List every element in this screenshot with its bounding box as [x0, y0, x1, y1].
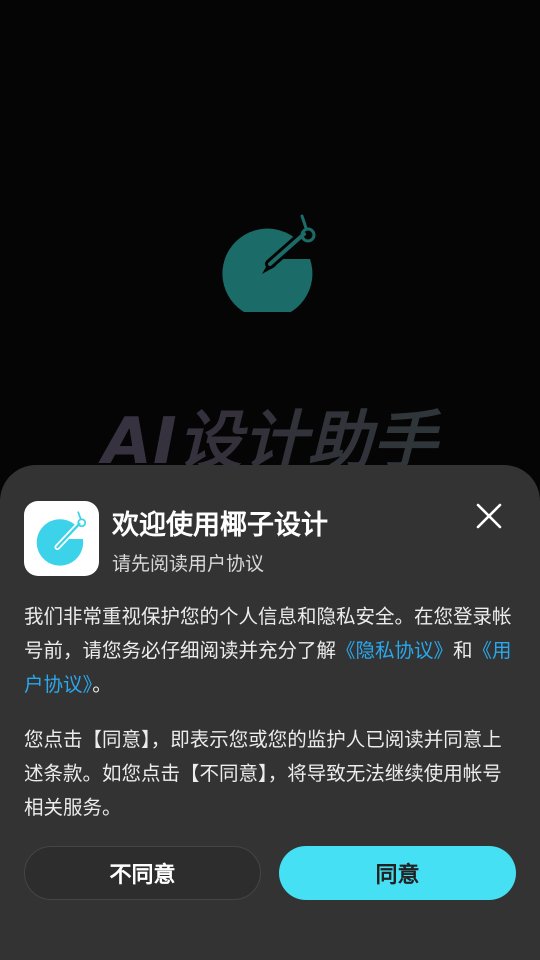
dialog-subtitle: 请先阅读用户协议	[112, 553, 265, 575]
notice-period: 。	[92, 673, 112, 696]
close-button[interactable]	[468, 495, 510, 537]
agree-button[interactable]: 同意	[279, 846, 516, 900]
pen-palette-icon	[36, 510, 86, 566]
screen: AI设计助手 欢迎使用椰子设计 请先阅读用户协议 我们非常重视保护您的个人信息和…	[0, 0, 540, 960]
close-icon	[476, 503, 502, 529]
disagree-button[interactable]: 不同意	[24, 846, 261, 900]
splash-logo-icon	[222, 212, 322, 319]
notice-conjunction: 和	[453, 639, 473, 662]
privacy-dialog: 欢迎使用椰子设计 请先阅读用户协议 我们非常重视保护您的个人信息和隐私安全。在您…	[0, 465, 540, 960]
privacy-notice-paragraph: 我们非常重视保护您的个人信息和隐私安全。在您登录帐号前，请您务必仔细阅读并充分了…	[24, 600, 516, 702]
consent-paragraph: 您点击【同意】，即表示您或您的监护人已阅读并同意上述条款。如您点击【不同意】，将…	[24, 728, 502, 819]
app-icon	[24, 501, 99, 576]
privacy-policy-link[interactable]: 《隐私协议》	[336, 639, 453, 662]
dialog-title: 欢迎使用椰子设计	[112, 510, 328, 541]
